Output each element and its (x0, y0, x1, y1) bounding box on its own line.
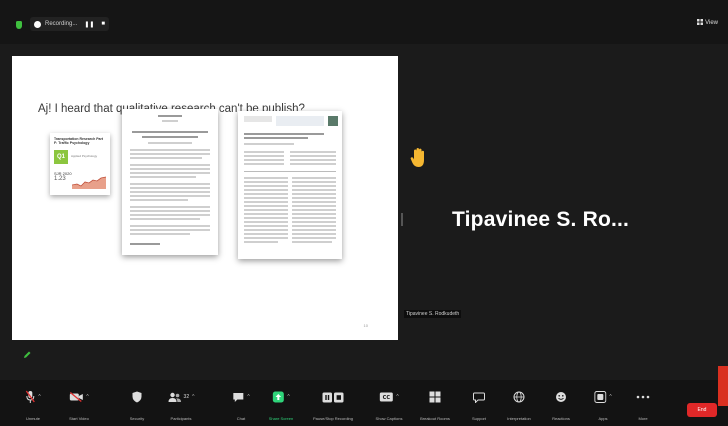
share-screen-button[interactable]: ^ Share Screen (258, 386, 304, 422)
participants-button[interactable]: 32 ^ Participants (158, 386, 204, 422)
pause-stop-icon (322, 392, 344, 402)
support-icon (473, 392, 485, 403)
more-dots-icon (636, 395, 650, 399)
shared-slide: Aj! I heard that qualitative research ca… (12, 56, 398, 340)
share-screen-label: Share Screen (268, 416, 294, 421)
meeting-toolbar: ^ Unmute ^ Start Video Security 32 ^ Par… (0, 380, 728, 426)
recording-dot-icon (34, 20, 41, 28)
participant-name-label: Tipavinee S. Rodkudeth (404, 310, 462, 318)
video-off-icon (69, 392, 83, 402)
captions-icon: CC (379, 392, 393, 402)
reactions-icon (556, 392, 566, 402)
security-label: Security (129, 416, 145, 421)
globe-icon (513, 391, 525, 403)
breakout-rooms-button[interactable]: Breakout Rooms (412, 386, 458, 422)
stop-recording-button[interactable]: ■ (101, 21, 105, 27)
start-video-label: Start Video (69, 416, 89, 421)
journal-card: Transportation Research Part F: Traffic … (50, 133, 110, 195)
unmute-label: Unmute (25, 416, 40, 421)
participants-options-caret[interactable]: ^ (192, 394, 194, 400)
microphone-muted-icon (25, 390, 35, 403)
reactions-label: Reactions (552, 416, 570, 421)
svg-text:CC: CC (383, 395, 391, 401)
journal-name: Transportation Research Part F: Traffic … (54, 137, 104, 145)
pause-recording-button[interactable]: ❚❚ (84, 21, 94, 28)
journal-trend-chart (72, 176, 106, 189)
journal-subject: Applied Psychology (71, 154, 98, 158)
participants-count: 32 (183, 394, 190, 400)
breakout-rooms-icon (429, 391, 441, 403)
paper-page-1 (122, 109, 218, 255)
start-video-button[interactable]: ^ Start Video (56, 386, 102, 422)
apps-options-caret[interactable]: ^ (609, 394, 611, 400)
raised-hand-icon (410, 148, 424, 167)
pause-stop-recording-button[interactable]: Pause/Stop Recording (310, 386, 356, 422)
show-captions-label: Show Captions (375, 416, 403, 421)
unmute-options-caret[interactable]: ^ (38, 394, 40, 400)
recording-label: Recording... (45, 21, 78, 27)
chat-icon (233, 392, 244, 402)
security-button[interactable]: Security (114, 386, 160, 422)
unmute-button[interactable]: ^ Unmute (10, 386, 56, 422)
journal-score-value: 1.23 (54, 176, 66, 182)
chat-options-caret[interactable]: ^ (247, 394, 249, 400)
recording-indicator[interactable]: Recording... ❚❚ ■ (30, 17, 110, 31)
interpretation-button[interactable]: Interpretation (496, 386, 542, 422)
more-label: More (638, 416, 648, 421)
paper-page-2 (238, 111, 342, 259)
security-shield-icon[interactable] (16, 21, 22, 29)
participants-label: Participants (170, 416, 192, 421)
share-screen-icon (272, 391, 284, 403)
window-edge-decoration (718, 366, 728, 406)
view-label: View (705, 20, 718, 26)
breakout-rooms-label: Breakout Rooms (420, 416, 450, 421)
tile-divider (401, 213, 403, 226)
view-button[interactable]: View (697, 19, 718, 27)
slide-page-number: 10 (363, 323, 368, 328)
more-button[interactable]: More (620, 386, 666, 422)
view-grid-icon (697, 19, 704, 27)
active-speaker-name: Tipavinee S. Ro... (452, 208, 630, 231)
annotate-pencil-icon[interactable] (22, 350, 32, 360)
shield-icon (132, 391, 142, 403)
captions-options-caret[interactable]: ^ (396, 394, 398, 400)
end-meeting-button[interactable]: End (687, 403, 717, 417)
video-options-caret[interactable]: ^ (86, 394, 88, 400)
reactions-button[interactable]: Reactions (538, 386, 584, 422)
quartile-badge: Q1 (54, 150, 68, 164)
participants-icon (168, 392, 182, 402)
share-options-caret[interactable]: ^ (287, 394, 289, 400)
apps-icon (594, 391, 607, 403)
show-captions-button[interactable]: CC ^ Show Captions (366, 386, 412, 422)
pause-stop-recording-label: Pause/Stop Recording (312, 416, 354, 421)
top-bar: Recording... ❚❚ ■ View (0, 0, 728, 44)
journal-score: SJR 2020 1.23 (54, 171, 72, 182)
interpretation-label: Interpretation (507, 416, 531, 421)
